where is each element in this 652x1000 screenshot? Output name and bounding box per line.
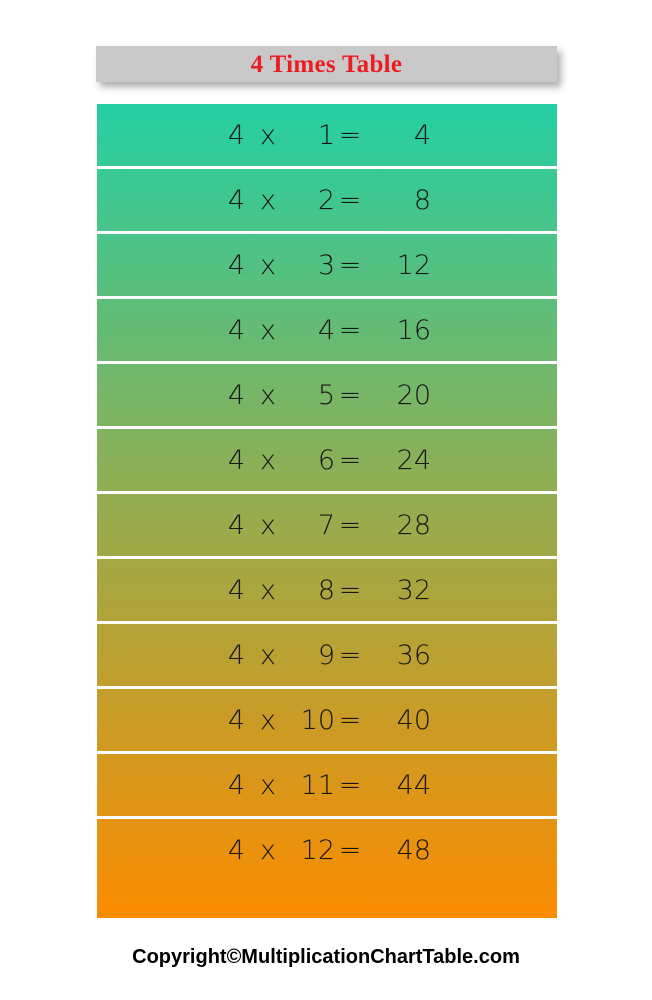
- table-row-equation: 4 x 7 = 28: [97, 494, 557, 556]
- multiply-operator: x: [260, 574, 276, 606]
- equals-operator: =: [338, 769, 362, 801]
- table-row-equation: 4 x 10 = 40: [97, 689, 557, 751]
- row-multiplier: 2: [317, 184, 335, 216]
- table-row: 4 x 2 = 8: [97, 169, 557, 231]
- row-product: 24: [396, 444, 431, 476]
- table-row-equation: 4 x 12 = 48: [97, 819, 557, 881]
- row-multiplicand: 4: [227, 639, 245, 671]
- row-product: 32: [396, 574, 431, 606]
- row-multiplicand: 4: [227, 379, 245, 411]
- row-multiplier: 5: [317, 379, 335, 411]
- page-title: 4 Times Table: [250, 50, 403, 78]
- row-product: 16: [396, 314, 431, 346]
- row-product: 40: [396, 704, 431, 736]
- multiply-operator: x: [260, 314, 276, 346]
- row-multiplicand: 4: [227, 314, 245, 346]
- row-multiplicand: 4: [227, 444, 245, 476]
- times-table-page: 4 Times Table 4 x 1 = 4 4 x 2 = 8 4 x 3 = 12 4 x 4 = 16 4 x 5 =…: [0, 0, 652, 1000]
- multiply-operator: x: [260, 249, 276, 281]
- equals-operator: =: [338, 704, 362, 736]
- row-product: 44: [396, 769, 431, 801]
- equals-operator: =: [338, 574, 362, 606]
- equals-operator: =: [338, 249, 362, 281]
- row-multiplicand: 4: [227, 834, 245, 866]
- multiply-operator: x: [260, 834, 276, 866]
- table-row-equation: 4 x 2 = 8: [97, 169, 557, 231]
- row-multiplier: 12: [300, 834, 335, 866]
- table-row: 4 x 11 = 44: [97, 754, 557, 816]
- row-multiplicand: 4: [227, 509, 245, 541]
- equals-operator: =: [338, 444, 362, 476]
- row-multiplicand: 4: [227, 249, 245, 281]
- row-multiplier: 1: [317, 119, 335, 151]
- row-multiplicand: 4: [227, 704, 245, 736]
- table-row: 4 x 10 = 40: [97, 689, 557, 751]
- multiply-operator: x: [260, 379, 276, 411]
- equals-operator: =: [338, 184, 362, 216]
- row-multiplier: 7: [317, 509, 335, 541]
- row-multiplier: 8: [317, 574, 335, 606]
- row-multiplicand: 4: [227, 574, 245, 606]
- table-row: 4 x 9 = 36: [97, 624, 557, 686]
- table-row-equation: 4 x 4 = 16: [97, 299, 557, 361]
- table-row-equation: 4 x 9 = 36: [97, 624, 557, 686]
- multiply-operator: x: [260, 509, 276, 541]
- row-product: 20: [396, 379, 431, 411]
- row-multiplier: 9: [317, 639, 335, 671]
- equals-operator: =: [338, 119, 362, 151]
- table-row-equation: 4 x 8 = 32: [97, 559, 557, 621]
- row-multiplier: 6: [317, 444, 335, 476]
- equals-operator: =: [338, 379, 362, 411]
- table-row: 4 x 7 = 28: [97, 494, 557, 556]
- row-product: 4: [413, 119, 431, 151]
- equals-operator: =: [338, 834, 362, 866]
- row-multiplicand: 4: [227, 769, 245, 801]
- table-row: 4 x 12 = 48: [97, 819, 557, 918]
- multiply-operator: x: [260, 769, 276, 801]
- multiplication-table: 4 x 1 = 4 4 x 2 = 8 4 x 3 = 12 4 x 4 = 16 4 x 5 = 20 4 x 6 = 24 4 x 7 = 28…: [97, 104, 557, 918]
- multiply-operator: x: [260, 704, 276, 736]
- table-row: 4 x 1 = 4: [97, 104, 557, 166]
- table-row: 4 x 6 = 24: [97, 429, 557, 491]
- row-product: 28: [396, 509, 431, 541]
- row-product: 36: [396, 639, 431, 671]
- equals-operator: =: [338, 314, 362, 346]
- row-multiplier: 10: [300, 704, 335, 736]
- table-row-equation: 4 x 6 = 24: [97, 429, 557, 491]
- page-title-bar: 4 Times Table: [96, 46, 557, 82]
- row-multiplier: 11: [300, 769, 335, 801]
- equals-operator: =: [338, 509, 362, 541]
- multiply-operator: x: [260, 444, 276, 476]
- row-multiplicand: 4: [227, 184, 245, 216]
- table-row-equation: 4 x 11 = 44: [97, 754, 557, 816]
- multiply-operator: x: [260, 119, 276, 151]
- row-product: 12: [396, 249, 431, 281]
- copyright-footer: Copyright©MultiplicationChartTable.com: [132, 946, 520, 968]
- row-multiplier: 3: [317, 249, 335, 281]
- row-multiplicand: 4: [227, 119, 245, 151]
- multiply-operator: x: [260, 639, 276, 671]
- multiply-operator: x: [260, 184, 276, 216]
- table-row: 4 x 8 = 32: [97, 559, 557, 621]
- table-row: 4 x 4 = 16: [97, 299, 557, 361]
- row-product: 48: [396, 834, 431, 866]
- table-row-equation: 4 x 5 = 20: [97, 364, 557, 426]
- table-row-equation: 4 x 1 = 4: [97, 104, 557, 166]
- table-row: 4 x 3 = 12: [97, 234, 557, 296]
- equals-operator: =: [338, 639, 362, 671]
- row-multiplier: 4: [317, 314, 335, 346]
- table-row: 4 x 5 = 20: [97, 364, 557, 426]
- table-row-equation: 4 x 3 = 12: [97, 234, 557, 296]
- row-product: 8: [413, 184, 431, 216]
